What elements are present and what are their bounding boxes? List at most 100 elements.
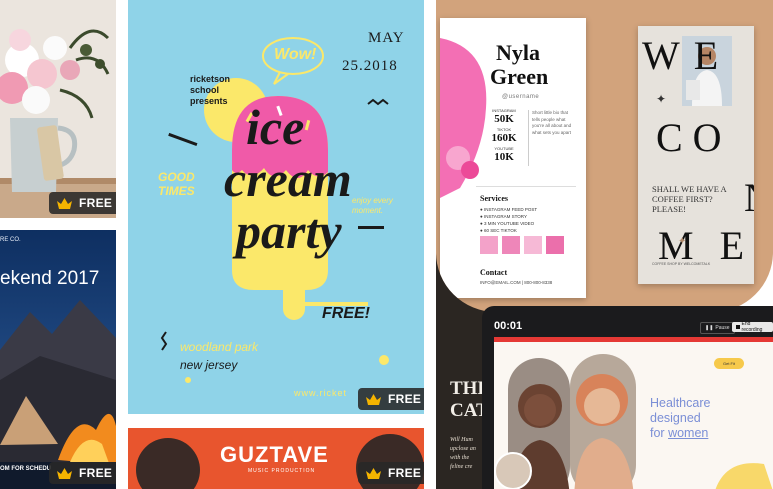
icecream-presenter: ricketson school presents <box>190 74 231 106</box>
nyla-bio: Short little bio that tells people what … <box>532 110 572 135</box>
icecream-free-text: FREE! <box>322 305 370 322</box>
the-cats-line-1: THE <box>450 378 486 399</box>
pause-button[interactable]: ❚❚ Pause <box>700 322 735 334</box>
service-item: ● 3 MIN YOUTUBE VIDEO <box>480 221 535 226</box>
stat-value: 50K <box>494 113 514 125</box>
template-card-guztave[interactable]: GUZTAVE MUSIC PRODUCTION FREE <box>128 428 424 489</box>
welcome-poster[interactable]: WE CO ME N SHALL WE HAVE A COFFEE FIRST?… <box>638 26 754 284</box>
cats-text: Will Hum upclose an with the feline cre <box>450 436 476 472</box>
nyla-name-2: Green <box>490 64 549 89</box>
nyla-contact: INFO@EMAIL.COM | 800-800-8338 <box>480 280 553 285</box>
stat-value: 160K <box>491 132 517 144</box>
free-badge: FREE <box>49 462 116 484</box>
icecream-good-times: GOOD TIMES <box>158 170 195 198</box>
free-label: FREE <box>79 196 113 210</box>
icecream-title-3: party <box>236 203 342 259</box>
welcome-we: WE <box>642 33 733 78</box>
nyla-services-list: ● INSTAGRAM FEED POST ● INSTAGRAM STORY … <box>480 206 537 234</box>
pause-icon: ❚❚ <box>705 325 714 331</box>
free-badge: FREE <box>358 462 424 484</box>
free-badge: FREE <box>49 192 116 214</box>
welcome-small: COFFEE SHOP BY WELCOMETALK <box>652 262 711 266</box>
nyla-divider <box>528 110 529 166</box>
service-item: ● INSTAGRAM FEED POST <box>480 207 538 212</box>
end-recording-button[interactable]: End recording <box>732 321 773 333</box>
crown-icon <box>366 393 381 405</box>
guztave-title: GUZTAVE <box>220 442 329 467</box>
get-fit-pill[interactable]: Get Fit <box>714 358 744 369</box>
icecream-date: 25.2018 <box>342 58 398 74</box>
hero-composite[interactable]: Nyla Green @username INSTAGRAM 50K TIKTO… <box>436 0 773 312</box>
headline-link[interactable]: women <box>668 426 708 440</box>
icecream-location-2: new jersey <box>180 358 238 372</box>
service-item: ● INSTAGRAM STORY <box>480 214 527 219</box>
nyla-stats: INSTAGRAM 50K TIKTOK 160K YOUTUBE 10K <box>484 108 524 163</box>
nyla-card[interactable]: Nyla Green @username INSTAGRAM 50K TIKTO… <box>440 18 586 298</box>
thumb-photo <box>524 236 542 254</box>
service-label: INSTAGRAM FEED POST <box>483 207 538 212</box>
headline-for: for <box>650 426 669 440</box>
flowers-image <box>0 0 116 218</box>
template-card-icecream[interactable]: MAY 25.2018 Wow! ricketson school presen… <box>128 0 424 414</box>
service-item: ● 60 SEC TIKTOK <box>480 228 517 233</box>
thumb-photo <box>502 236 520 254</box>
recording-banner: Recording <box>502 337 521 342</box>
stat-tiktok: TIKTOK 160K <box>484 127 524 144</box>
end-label: End recording <box>741 321 763 333</box>
camping-brand: RE CO. <box>0 237 21 243</box>
crown-icon <box>57 197 72 209</box>
icecream-title-2: cream <box>224 151 352 207</box>
camping-footer: OM FOR SCHEDU <box>0 466 51 472</box>
cats-text-3: with the <box>450 455 470 461</box>
service-label: INSTAGRAM STORY <box>483 214 527 219</box>
nyla-contact-title: Contact <box>480 268 508 277</box>
crown-icon <box>366 467 381 479</box>
thumb-photo <box>480 236 498 254</box>
health-headline: Healthcare designed for women <box>650 396 710 441</box>
icecream-enjoy: enjoy every moment. <box>352 196 393 215</box>
sparkle-icon: ✦ <box>656 92 667 106</box>
template-card-flowers[interactable]: FREE <box>0 0 116 218</box>
presenter-avatar <box>494 452 532 489</box>
guztave-subtitle: MUSIC PRODUCTION <box>248 468 316 474</box>
template-card-camping[interactable]: RE CO. ekend 2017 OM FOR SCHEDU FREE <box>0 230 116 489</box>
nyla-username: @username <box>502 94 540 100</box>
welcome-tagline: SHALL WE HAVE A COFFEE FIRST? PLEASE! <box>652 184 727 214</box>
stat-instagram: INSTAGRAM 50K <box>484 108 524 125</box>
service-label: 3 MIN YOUTUBE VIDEO <box>483 221 535 226</box>
icecream-location-1: woodland park <box>180 340 259 354</box>
recording-screen[interactable]: 00:01 ❚❚ Pause End recording Recording G… <box>482 306 773 489</box>
sparkle-icon: ✦ <box>678 236 687 247</box>
free-label: FREE <box>79 466 113 480</box>
nyla-name-1: Nyla <box>496 40 540 65</box>
cats-text-2: upclose an <box>450 446 476 452</box>
stat-youtube: YOUTUBE 10K <box>484 146 524 163</box>
icecream-wow: Wow! <box>274 46 317 63</box>
nyla-hline <box>476 186 576 187</box>
pause-label: Pause <box>715 325 730 331</box>
free-badge: FREE <box>358 388 424 410</box>
recording-frame: Recording Get Fit Healthcare designed fo… <box>494 337 773 489</box>
free-label: FREE <box>388 392 422 406</box>
headline-line-1: Healthcare <box>650 396 711 410</box>
recording-timer: 00:01 <box>494 320 523 332</box>
camping-title: ekend 2017 <box>0 268 100 289</box>
the-cats-line-2: CATS <box>450 400 486 421</box>
headline-line-2: designed <box>650 411 701 425</box>
icecream-month: MAY <box>368 30 405 46</box>
headline-line-3: for women <box>650 426 710 441</box>
stat-value: 10K <box>494 151 514 163</box>
the-cats-title: THE CATS <box>450 378 486 422</box>
thumb-photo <box>546 236 564 254</box>
cats-text-4: feline cre <box>450 464 473 470</box>
nyla-thumbs <box>480 236 564 254</box>
welcome-co: CO <box>656 115 732 160</box>
icecream-url: www.ricket <box>294 388 348 398</box>
cats-text-1: Will Hum <box>450 437 473 443</box>
yellow-blob <box>715 463 773 489</box>
nyla-services-title: Services <box>480 194 508 203</box>
service-label: 60 SEC TIKTOK <box>483 228 517 233</box>
icecream-title-1: ice <box>246 99 305 155</box>
free-label: FREE <box>388 466 422 480</box>
crown-icon <box>57 467 72 479</box>
